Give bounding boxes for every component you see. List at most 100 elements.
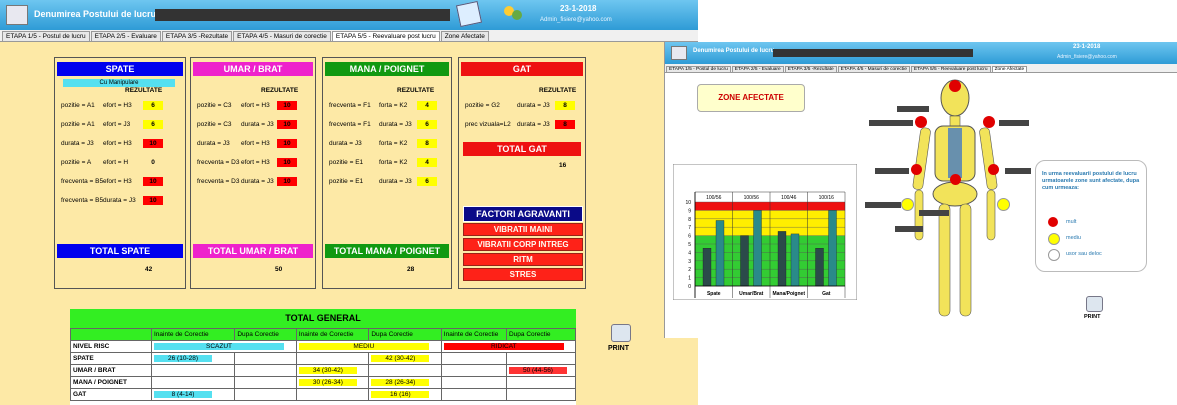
- post-name-field[interactable]: [155, 9, 450, 21]
- mana-total-value: 28: [407, 266, 415, 273]
- gat-factor-b: durata = J3: [517, 121, 550, 128]
- zone-tab-bar: ETAPA 1/5 - Postul de lucru ETAPA 2/5 - …: [665, 64, 1177, 73]
- tg-row-label: MANA / POIGNET: [70, 376, 152, 389]
- zone-window-title: Denumirea Postului de lucru: [693, 48, 775, 54]
- zone-tab-etapa-5[interactable]: ETAPA 5/5 - Reevaluare post lucru: [910, 66, 991, 72]
- spate-factor-b: efort = H: [103, 159, 129, 166]
- legend-usor-dot: [1048, 249, 1060, 261]
- printer-icon: [611, 324, 631, 342]
- spate-score: 10: [143, 139, 163, 148]
- mana-factor-b: durata = J3: [379, 178, 412, 185]
- zone-tag: [1005, 168, 1031, 174]
- y-tick-label: 6: [688, 234, 691, 240]
- mana-score: 4: [417, 101, 437, 110]
- legend-mult-dot: [1048, 217, 1058, 227]
- zone-print-button[interactable]: PRINT: [1083, 296, 1105, 326]
- chart-bar: [715, 220, 725, 287]
- spate-rezultate-label: REZULTATE: [125, 87, 163, 94]
- zone-tag: [999, 120, 1029, 126]
- main-window: Denumirea Postului de lucru 23-1-2018 Ad…: [0, 0, 698, 405]
- tg-cell: [234, 364, 297, 377]
- tg-cell: [440, 364, 507, 377]
- tab-etapa-2[interactable]: ETAPA 2/5 - Evaluare: [90, 31, 161, 41]
- tab-zone-afectate[interactable]: Zone Afectate: [440, 31, 489, 41]
- spate-title: SPATE: [57, 62, 183, 76]
- zone-tab-zone-afectate[interactable]: Zone Afectate: [991, 66, 1028, 72]
- tg-nivel-mediu: MEDIU: [295, 340, 442, 353]
- factor-vibratii-corp[interactable]: VIBRATII CORP INTREG: [463, 238, 583, 251]
- zone-post-name-field[interactable]: [773, 49, 973, 57]
- factor-ritm[interactable]: RITM: [463, 253, 583, 266]
- tg-row-label: GAT: [70, 388, 152, 401]
- zone-wrist-left-dot: [901, 198, 914, 211]
- factor-stres[interactable]: STRES: [463, 268, 583, 281]
- zone-tab-etapa-1[interactable]: ETAPA 1/5 - Postul de lucru: [666, 66, 731, 72]
- tg-cell: [505, 376, 577, 389]
- spate-factor-b: efort = J3: [103, 121, 131, 128]
- y-tick-label: 10: [685, 200, 691, 206]
- tab-etapa-3[interactable]: ETAPA 3/5 -Rezultate: [161, 31, 233, 41]
- chart-header-label: 100/46: [781, 195, 797, 201]
- tg-cell: [295, 388, 370, 401]
- zone-tag: [897, 106, 929, 112]
- users-icon[interactable]: [502, 4, 524, 26]
- zone-afectate-title: ZONE AFECTATE: [697, 84, 805, 112]
- tg-cell: [295, 352, 370, 365]
- gat-section: GAT REZULTATE TOTAL GAT 16 FACTORI AGRAV…: [458, 57, 586, 289]
- mana-title: MANA / POIGNET: [325, 62, 449, 76]
- zone-tag: [895, 226, 923, 232]
- chart-bar: [790, 233, 800, 287]
- zone-date-label: 23-1-2018: [1073, 44, 1101, 50]
- legend-mult-label: mult: [1066, 219, 1077, 225]
- table-row: SPATE 26 (10-28) 42 (30-42): [70, 352, 577, 365]
- tg-row-label: SPATE: [70, 352, 152, 365]
- tab-etapa-5[interactable]: ETAPA 5/5 - Reevaluare post lucru: [331, 31, 440, 41]
- tg-cell: 8 (4-14): [150, 388, 236, 401]
- y-tick-label: 3: [688, 259, 691, 265]
- y-tick-label: 9: [688, 208, 691, 214]
- gat-factor-b: durata = J3: [517, 102, 550, 109]
- app-logo-icon: [6, 5, 28, 25]
- zone-print-label: PRINT: [1084, 314, 1101, 320]
- umar-factor-a: frecventa = D3: [197, 178, 240, 185]
- mana-section: MANA / POIGNET REZULTATE TOTAL MANA / PO…: [322, 57, 452, 289]
- tg-cell: [150, 376, 236, 389]
- chart-header-label: 100/56: [706, 195, 722, 201]
- tg-cell: [440, 376, 507, 389]
- gat-title: GAT: [461, 62, 583, 76]
- zone-shoulder-right-dot: [983, 116, 995, 128]
- tg-row-label: UMAR / BRAT: [70, 364, 152, 377]
- factor-vibratii-maini[interactable]: VIBRATII MAINI: [463, 223, 583, 236]
- tg-cell: 42 (30-42): [368, 352, 442, 365]
- chart-header-label: 100/16: [819, 195, 835, 201]
- tab-etapa-4[interactable]: ETAPA 4/5 - Masuri de corectie: [233, 31, 331, 41]
- y-tick-label: 4: [688, 250, 691, 256]
- notepad-icon[interactable]: [455, 0, 483, 28]
- zone-tab-etapa-4[interactable]: ETAPA 4/5 - Masuri de corectie: [837, 66, 910, 72]
- umar-factor-a: pozitie = C3: [197, 121, 232, 128]
- spate-factor-a: frecventa = B5: [61, 178, 104, 185]
- tg-cell: 26 (10-28): [150, 352, 236, 365]
- zone-tab-etapa-3[interactable]: ETAPA 3/5 -Rezultate: [784, 66, 837, 72]
- umar-factor-b: efort = H3: [241, 102, 270, 109]
- zone-tab-etapa-2[interactable]: ETAPA 2/5 - Evaluare: [731, 66, 784, 72]
- umar-total-value: 50: [275, 266, 283, 273]
- print-button[interactable]: PRINT: [608, 324, 634, 358]
- zone-window: Denumirea Postului de lucru 23-1-2018 Ad…: [664, 42, 1177, 338]
- spate-factor-a: pozitie = A1: [61, 121, 95, 128]
- x-tick-label: Spate: [707, 291, 721, 297]
- window-header: Denumirea Postului de lucru 23-1-2018 Ad…: [0, 0, 698, 30]
- tg-nivel-label: NIVEL RISC: [70, 340, 152, 353]
- legend-usor-label: usor sau deloc: [1066, 251, 1102, 257]
- umar-factor-a: durata = J3: [197, 140, 230, 147]
- tab-bar: ETAPA 1/5 - Postul de lucru ETAPA 2/5 - …: [0, 30, 698, 42]
- y-tick-label: 7: [688, 225, 691, 231]
- zone-shoulder-left-dot: [915, 116, 927, 128]
- zone-tag: [919, 210, 949, 216]
- gat-score: 8: [555, 120, 575, 129]
- tg-header: Inainte de Corectie: [440, 328, 507, 341]
- umar-total-label: TOTAL UMAR / BRAT: [193, 244, 313, 258]
- tab-etapa-1[interactable]: ETAPA 1/5 - Postul de lucru: [2, 31, 90, 41]
- tg-cell: 30 (26-34): [295, 376, 370, 389]
- gat-factor-a: pozitie = G2: [465, 102, 500, 109]
